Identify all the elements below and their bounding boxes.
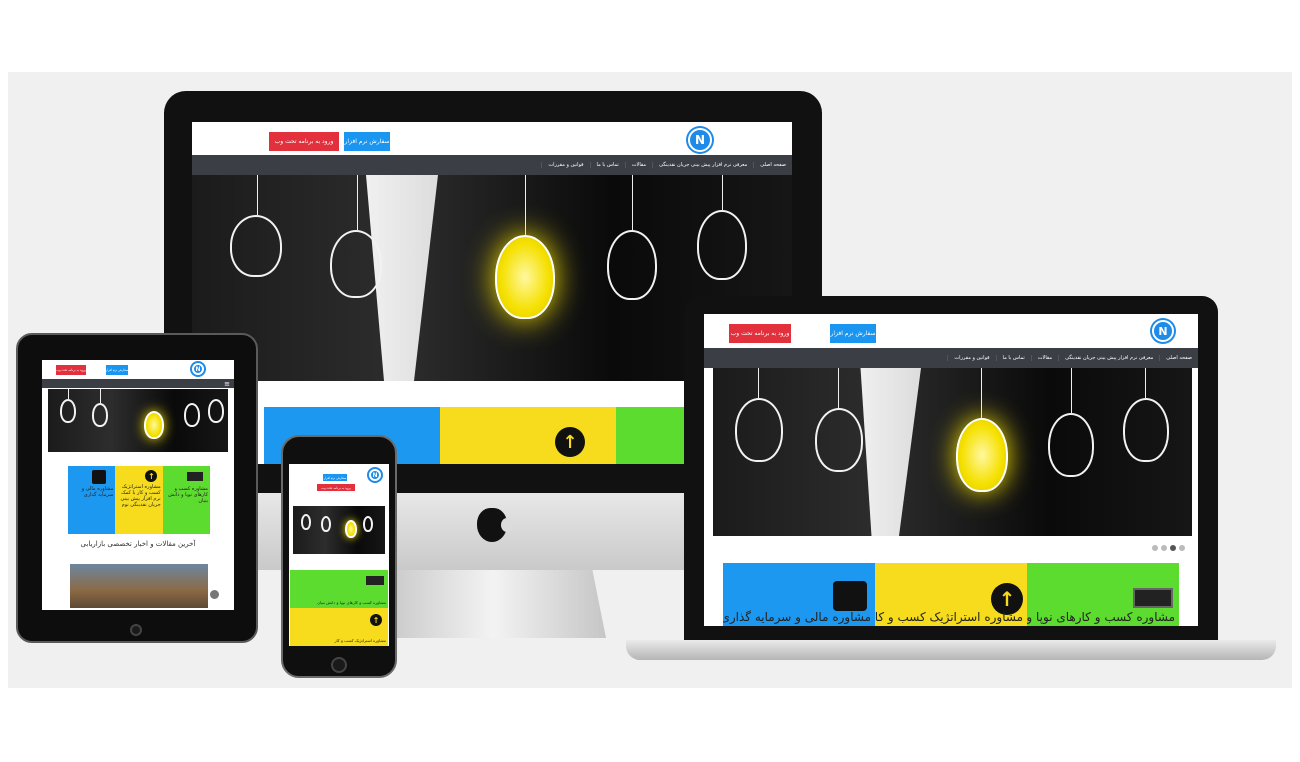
order-software-button[interactable]: سفارش نرم افزار bbox=[830, 324, 876, 343]
service-tiles: مشاوره مالی و سرمایه گذاری ↑ مشاوره استر… bbox=[723, 563, 1179, 626]
nav-software[interactable]: معرفی نرم افزار پیش بینی جریان نقدینگی bbox=[1058, 355, 1159, 361]
phone-screen: N سفارش نرم افزار ورود به برنامه تحت وب … bbox=[289, 464, 389, 646]
main-nav: صفحه اصلی معرفی نرم افزار پیش بینی جریان… bbox=[704, 348, 1198, 368]
slider-dot[interactable] bbox=[1152, 545, 1158, 551]
service-tiles: مشاوره مالی و سرمایه گذاری ↑ مشاوره استر… bbox=[68, 466, 210, 534]
bulb-image bbox=[208, 399, 224, 423]
tile-startup-label: مشاوره کسب و کارهای نوپا و دانش بنیان bbox=[168, 486, 208, 504]
tile-strategy-label: مشاوره استراتژیک کسب و کار bbox=[875, 610, 1023, 624]
tile-strategy[interactable]: ↑ مشاوره استراتژیک کسب و کار bbox=[875, 563, 1027, 626]
order-software-button[interactable]: سفارش نرم افزار bbox=[323, 474, 347, 481]
money-icon bbox=[186, 472, 203, 481]
nav-rules[interactable]: قوانین و مقررات bbox=[541, 162, 589, 168]
bulb-image bbox=[697, 210, 747, 280]
nav-articles[interactable]: مقالات bbox=[1030, 355, 1058, 361]
main-nav: ≡ bbox=[42, 379, 234, 388]
apple-logo-icon bbox=[477, 508, 513, 542]
laptop-base bbox=[626, 640, 1276, 660]
site-header: N سفارش نرم افزار ورود به برنامه تحت وب bbox=[704, 314, 1198, 348]
order-software-button[interactable]: سفارش نرم افزار bbox=[344, 132, 390, 151]
site-header: N سفارش نرم افزار ورود به برنامه تحت وب bbox=[192, 122, 792, 155]
bulb-image bbox=[363, 516, 373, 532]
puzzle-icon bbox=[92, 470, 106, 484]
slider-dot[interactable] bbox=[1161, 545, 1167, 551]
tile-finance[interactable]: مشاوره مالی و سرمایه گذاری bbox=[68, 466, 116, 534]
bulb-image bbox=[184, 403, 200, 427]
hero-slider[interactable] bbox=[293, 506, 385, 554]
order-software-button[interactable]: سفارش نرم افزار bbox=[106, 365, 128, 375]
bulb-image bbox=[92, 403, 108, 427]
site-header: N سفارش نرم افزار ورود به برنامه تحت وب bbox=[289, 464, 389, 496]
article-image[interactable] bbox=[70, 564, 208, 608]
tile-finance-label: مشاوره مالی و سرمایه گذاری bbox=[81, 486, 114, 498]
webapp-login-button[interactable]: ورود به برنامه تحت وب bbox=[269, 132, 339, 151]
nav-articles[interactable]: مقالات bbox=[624, 162, 652, 168]
webapp-login-button[interactable]: ورود به برنامه تحت وب bbox=[317, 484, 355, 491]
bulb-image bbox=[815, 408, 863, 472]
arrow-up-icon: ↑ bbox=[555, 427, 585, 457]
lit-bulb-image bbox=[345, 520, 357, 538]
bulb-image bbox=[1048, 413, 1094, 477]
lit-bulb-image bbox=[495, 235, 555, 319]
bulb-image bbox=[60, 399, 76, 423]
tile-startup-label: مشاوره کسب و کارهای نوپا و دانش بنیان bbox=[317, 600, 386, 605]
phone-home-button bbox=[331, 657, 347, 673]
puzzle-icon bbox=[833, 581, 867, 611]
nav-home[interactable]: صفحه اصلی bbox=[1159, 355, 1198, 361]
slider-dots[interactable] bbox=[1152, 545, 1185, 551]
nav-rules[interactable]: قوانین و مقررات bbox=[947, 355, 995, 361]
hero-slider[interactable] bbox=[48, 389, 228, 452]
service-tiles: مشاوره کسب و کارهای نوپا و دانش بنیان ↑ … bbox=[290, 570, 388, 646]
money-icon bbox=[366, 576, 384, 585]
webapp-login-button[interactable]: ورود به برنامه تحت وب bbox=[56, 365, 86, 375]
webapp-login-button[interactable]: ورود به برنامه تحت وب bbox=[729, 324, 791, 343]
bulb-image bbox=[330, 230, 382, 298]
lit-bulb-image bbox=[956, 418, 1008, 492]
articles-heading: آخرین مقالات و اخبار تخصصی بازاریابی bbox=[80, 540, 196, 548]
nav-contact[interactable]: تماس با ما bbox=[589, 162, 625, 168]
tablet-home-button bbox=[130, 624, 142, 636]
tile-strategy[interactable]: ↑ bbox=[440, 407, 616, 464]
bulb-image bbox=[301, 514, 311, 530]
lit-bulb-image bbox=[144, 411, 164, 439]
scroll-top-icon[interactable] bbox=[210, 590, 219, 599]
laptop-screen: N سفارش نرم افزار ورود به برنامه تحت وب … bbox=[704, 314, 1198, 626]
nav-contact[interactable]: تماس با ما bbox=[995, 355, 1031, 361]
tile-finance-label: مشاوره مالی و سرمایه گذاری bbox=[723, 610, 871, 624]
tile-strategy[interactable]: ↑ مشاوره استراتژیک کسب و کار با کمک نرم … bbox=[115, 466, 163, 534]
logo-icon[interactable]: N bbox=[1152, 320, 1174, 342]
tile-startup[interactable]: مشاوره کسب و کارهای نوپا و دانش بنیان bbox=[290, 570, 388, 608]
tablet-screen: N سفارش نرم افزار ورود به برنامه تحت وب … bbox=[42, 360, 234, 610]
logo-icon[interactable]: N bbox=[688, 128, 712, 152]
tile-startup-label: مشاوره کسب و کارهای نوپا و bbox=[1027, 610, 1175, 624]
tile-finance[interactable]: مشاوره مالی و سرمایه گذاری bbox=[723, 563, 875, 626]
main-nav: صفحه اصلی معرفی نرم افزار پیش بینی جریان… bbox=[192, 155, 792, 175]
tile-strategy[interactable]: ↑ مشاوره استراتژیک کسب و کار bbox=[290, 608, 388, 646]
tile-startup[interactable]: مشاوره کسب و کارهای نوپا و bbox=[1027, 563, 1179, 626]
logo-icon[interactable]: N bbox=[369, 469, 381, 481]
money-icon bbox=[1133, 588, 1173, 608]
hero-slider[interactable] bbox=[713, 368, 1192, 536]
tile-strategy-label: مشاوره استراتژیک کسب و کار با کمک نرم اف… bbox=[120, 484, 161, 508]
imac-stand bbox=[380, 570, 606, 638]
logo-icon[interactable]: N bbox=[192, 363, 204, 375]
bulb-image bbox=[607, 230, 657, 300]
slider-dot[interactable] bbox=[1170, 545, 1176, 551]
bulb-image bbox=[1123, 398, 1169, 462]
tile-startup[interactable]: مشاوره کسب و کارهای نوپا و دانش بنیان bbox=[162, 466, 210, 534]
menu-icon[interactable]: ≡ bbox=[220, 380, 234, 388]
bulb-image bbox=[735, 398, 783, 462]
nav-software[interactable]: معرفی نرم افزار پیش بینی جریان نقدینگی bbox=[652, 162, 753, 168]
bulb-image bbox=[230, 215, 282, 277]
site-header: N سفارش نرم افزار ورود به برنامه تحت وب bbox=[42, 360, 234, 378]
arrow-up-icon: ↑ bbox=[370, 614, 382, 626]
tile-strategy-label: مشاوره استراتژیک کسب و کار bbox=[334, 638, 386, 643]
slider-dot[interactable] bbox=[1179, 545, 1185, 551]
arrow-up-icon: ↑ bbox=[145, 470, 158, 482]
nav-home[interactable]: صفحه اصلی bbox=[753, 162, 792, 168]
bulb-image bbox=[321, 516, 331, 532]
